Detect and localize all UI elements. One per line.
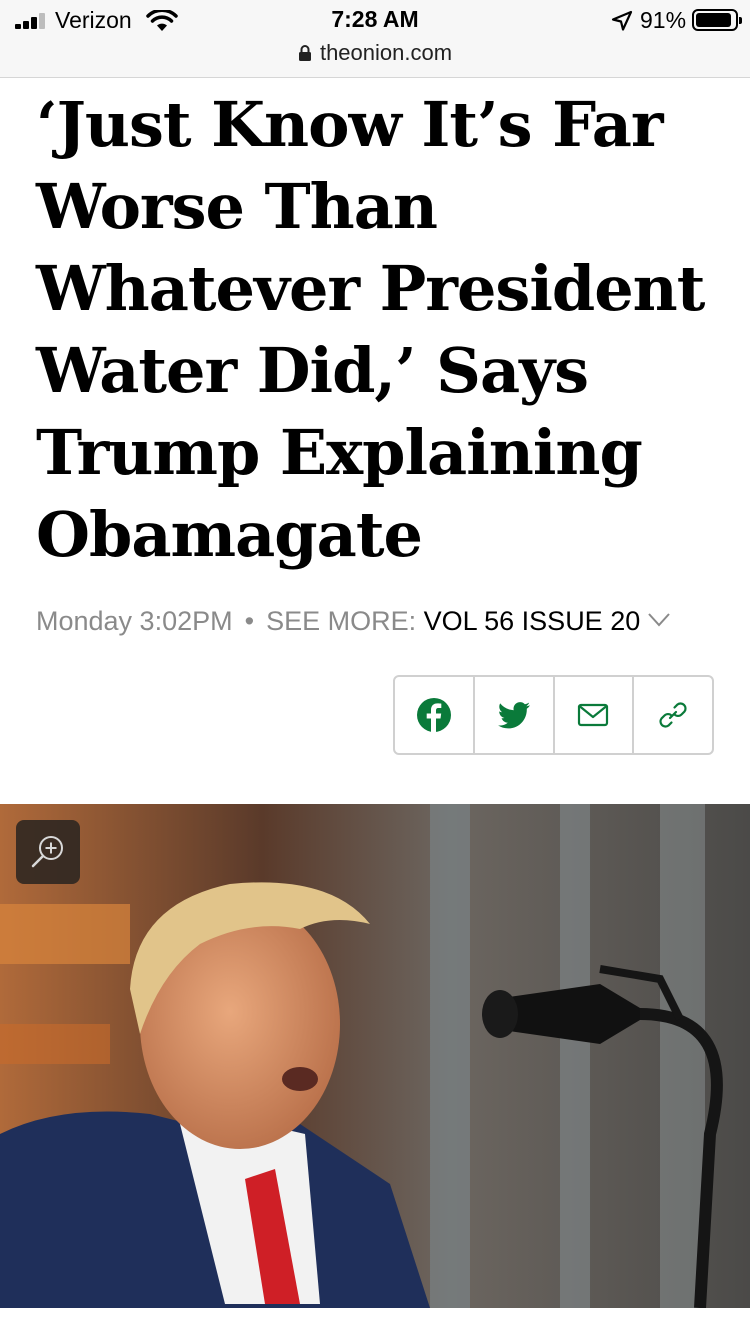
article-headline: ‘Just Know It’s Far Worse Than Whatever … bbox=[36, 88, 705, 571]
browser-chrome: Verizon 7:28 AM 91% theonion.com bbox=[0, 0, 750, 78]
lock-icon bbox=[298, 45, 311, 61]
twitter-icon bbox=[497, 702, 530, 729]
location-arrow-icon bbox=[611, 10, 633, 31]
article-meta: Monday 3:02PM • SEE MORE: VOL 56 ISSUE 20 bbox=[36, 606, 736, 642]
status-time: 7:28 AM bbox=[331, 6, 419, 32]
issue-link[interactable]: VOL 56 ISSUE 20 bbox=[424, 606, 671, 636]
article-photo[interactable] bbox=[0, 804, 750, 1308]
battery-percentage: 91% bbox=[640, 7, 687, 33]
zoom-button[interactable] bbox=[16, 820, 80, 884]
url-text: theonion.com bbox=[319, 40, 453, 65]
speaker-photo-illustration bbox=[0, 804, 750, 1308]
article-date: Monday 3:02PM bbox=[36, 606, 233, 636]
see-more-label: SEE MORE: bbox=[266, 606, 417, 636]
facebook-icon bbox=[416, 698, 451, 732]
share-twitter-button[interactable] bbox=[475, 677, 555, 753]
battery-icon bbox=[692, 9, 742, 31]
chevron-down-icon bbox=[648, 613, 670, 627]
share-link-button[interactable] bbox=[634, 677, 712, 753]
address-bar[interactable]: theonion.com bbox=[0, 40, 750, 70]
share-email-button[interactable] bbox=[555, 677, 635, 753]
share-facebook-button[interactable] bbox=[395, 677, 475, 753]
issue-label: VOL 56 ISSUE 20 bbox=[423, 606, 641, 636]
zoom-in-icon bbox=[31, 836, 63, 868]
status-bar: Verizon 7:28 AM 91% bbox=[0, 0, 750, 40]
meta-separator: • bbox=[244, 606, 255, 636]
share-bar bbox=[393, 675, 714, 755]
link-icon bbox=[659, 702, 687, 728]
email-icon bbox=[578, 703, 609, 727]
